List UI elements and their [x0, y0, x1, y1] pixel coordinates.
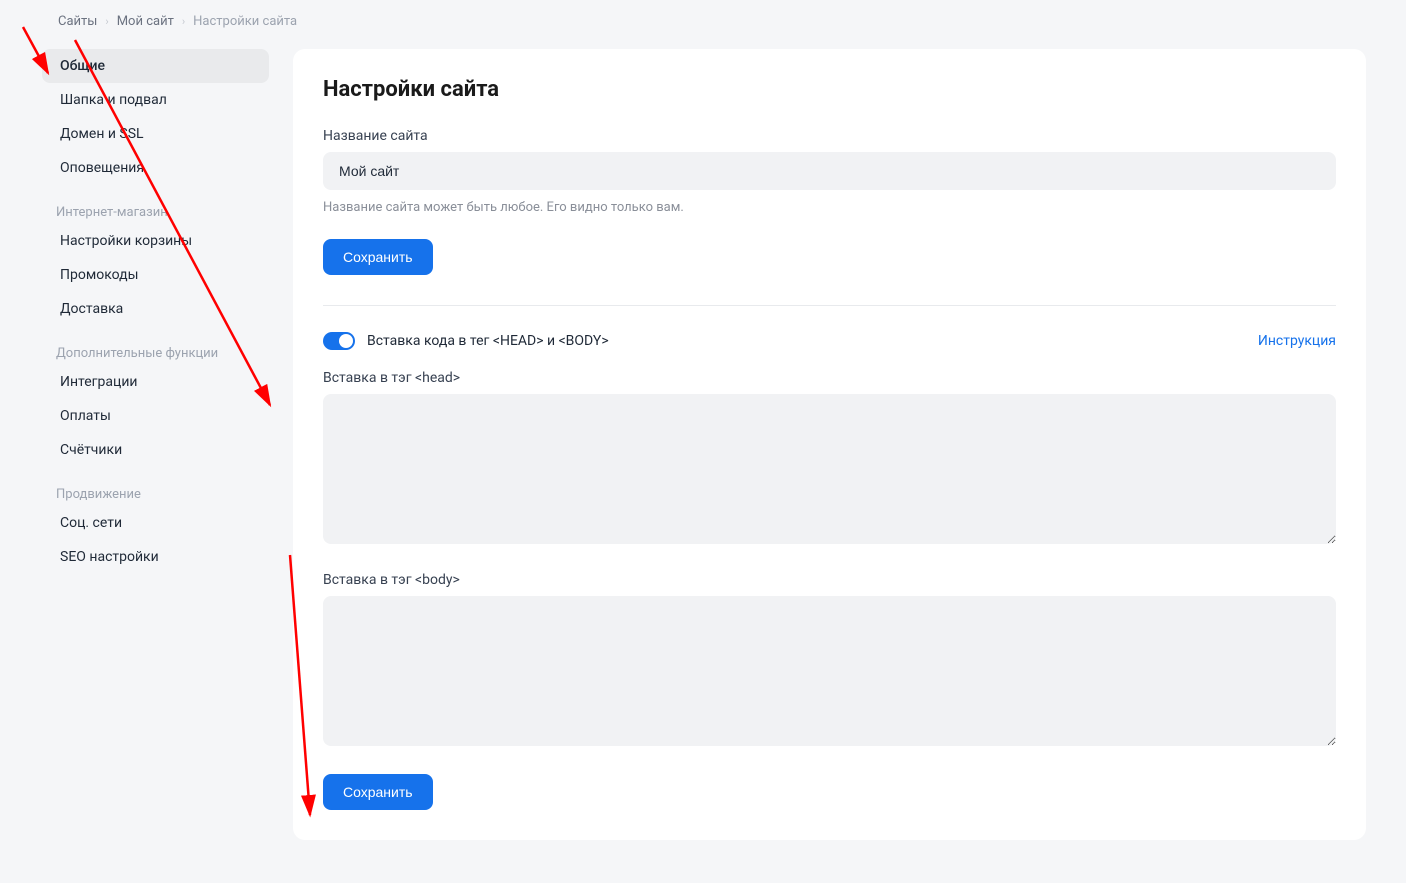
instruction-link[interactable]: Инструкция: [1258, 333, 1336, 349]
code-insert-toggle-label: Вставка кода в тег <HEAD> и <BODY>: [367, 333, 609, 349]
chevron-right-icon: ›: [182, 15, 185, 28]
site-name-input[interactable]: [323, 152, 1336, 190]
settings-card: Настройки сайта Название сайта Название …: [293, 49, 1366, 840]
sidebar-item-header-footer[interactable]: Шапка и подвал: [42, 83, 269, 117]
chevron-right-icon: ›: [105, 15, 108, 28]
sidebar-item-social[interactable]: Соц. сети: [42, 506, 269, 540]
head-insert-label: Вставка в тэг <head>: [323, 370, 1336, 386]
site-name-label: Название сайта: [323, 128, 1336, 144]
save-button-code[interactable]: Сохранить: [323, 774, 433, 810]
breadcrumb-mysite[interactable]: Мой сайт: [117, 14, 174, 29]
sidebar-item-notifications[interactable]: Оповещения: [42, 151, 269, 185]
sidebar-item-delivery[interactable]: Доставка: [42, 292, 269, 326]
body-insert-label: Вставка в тэг <body>: [323, 572, 1336, 588]
page-title: Настройки сайта: [323, 77, 1336, 102]
sidebar-item-seo[interactable]: SEO настройки: [42, 540, 269, 574]
code-insert-toggle[interactable]: [323, 332, 355, 350]
settings-sidebar: Общие Шапка и подвал Домен и SSL Оповеще…: [38, 43, 273, 574]
sidebar-item-general[interactable]: Общие: [42, 49, 269, 83]
breadcrumb-current: Настройки сайта: [193, 14, 297, 29]
sidebar-item-counters[interactable]: Счётчики: [42, 433, 269, 467]
sidebar-item-integrations[interactable]: Интеграции: [42, 365, 269, 399]
save-button[interactable]: Сохранить: [323, 239, 433, 275]
site-name-help: Название сайта может быть любое. Его вид…: [323, 200, 1336, 215]
body-insert-textarea[interactable]: [323, 596, 1336, 746]
sidebar-group-shop-label: Интернет-магазин: [38, 193, 273, 224]
sidebar-group-additional-label: Дополнительные функции: [38, 334, 273, 365]
sidebar-item-domain-ssl[interactable]: Домен и SSL: [42, 117, 269, 151]
sidebar-item-cart-settings[interactable]: Настройки корзины: [42, 224, 269, 258]
sidebar-item-promocodes[interactable]: Промокоды: [42, 258, 269, 292]
sidebar-group-promotion-label: Продвижение: [38, 475, 273, 506]
sidebar-item-payments[interactable]: Оплаты: [42, 399, 269, 433]
breadcrumb: Сайты › Мой сайт › Настройки сайта: [0, 0, 1406, 43]
divider: [323, 305, 1336, 306]
head-insert-textarea[interactable]: [323, 394, 1336, 544]
breadcrumb-sites[interactable]: Сайты: [58, 14, 97, 29]
